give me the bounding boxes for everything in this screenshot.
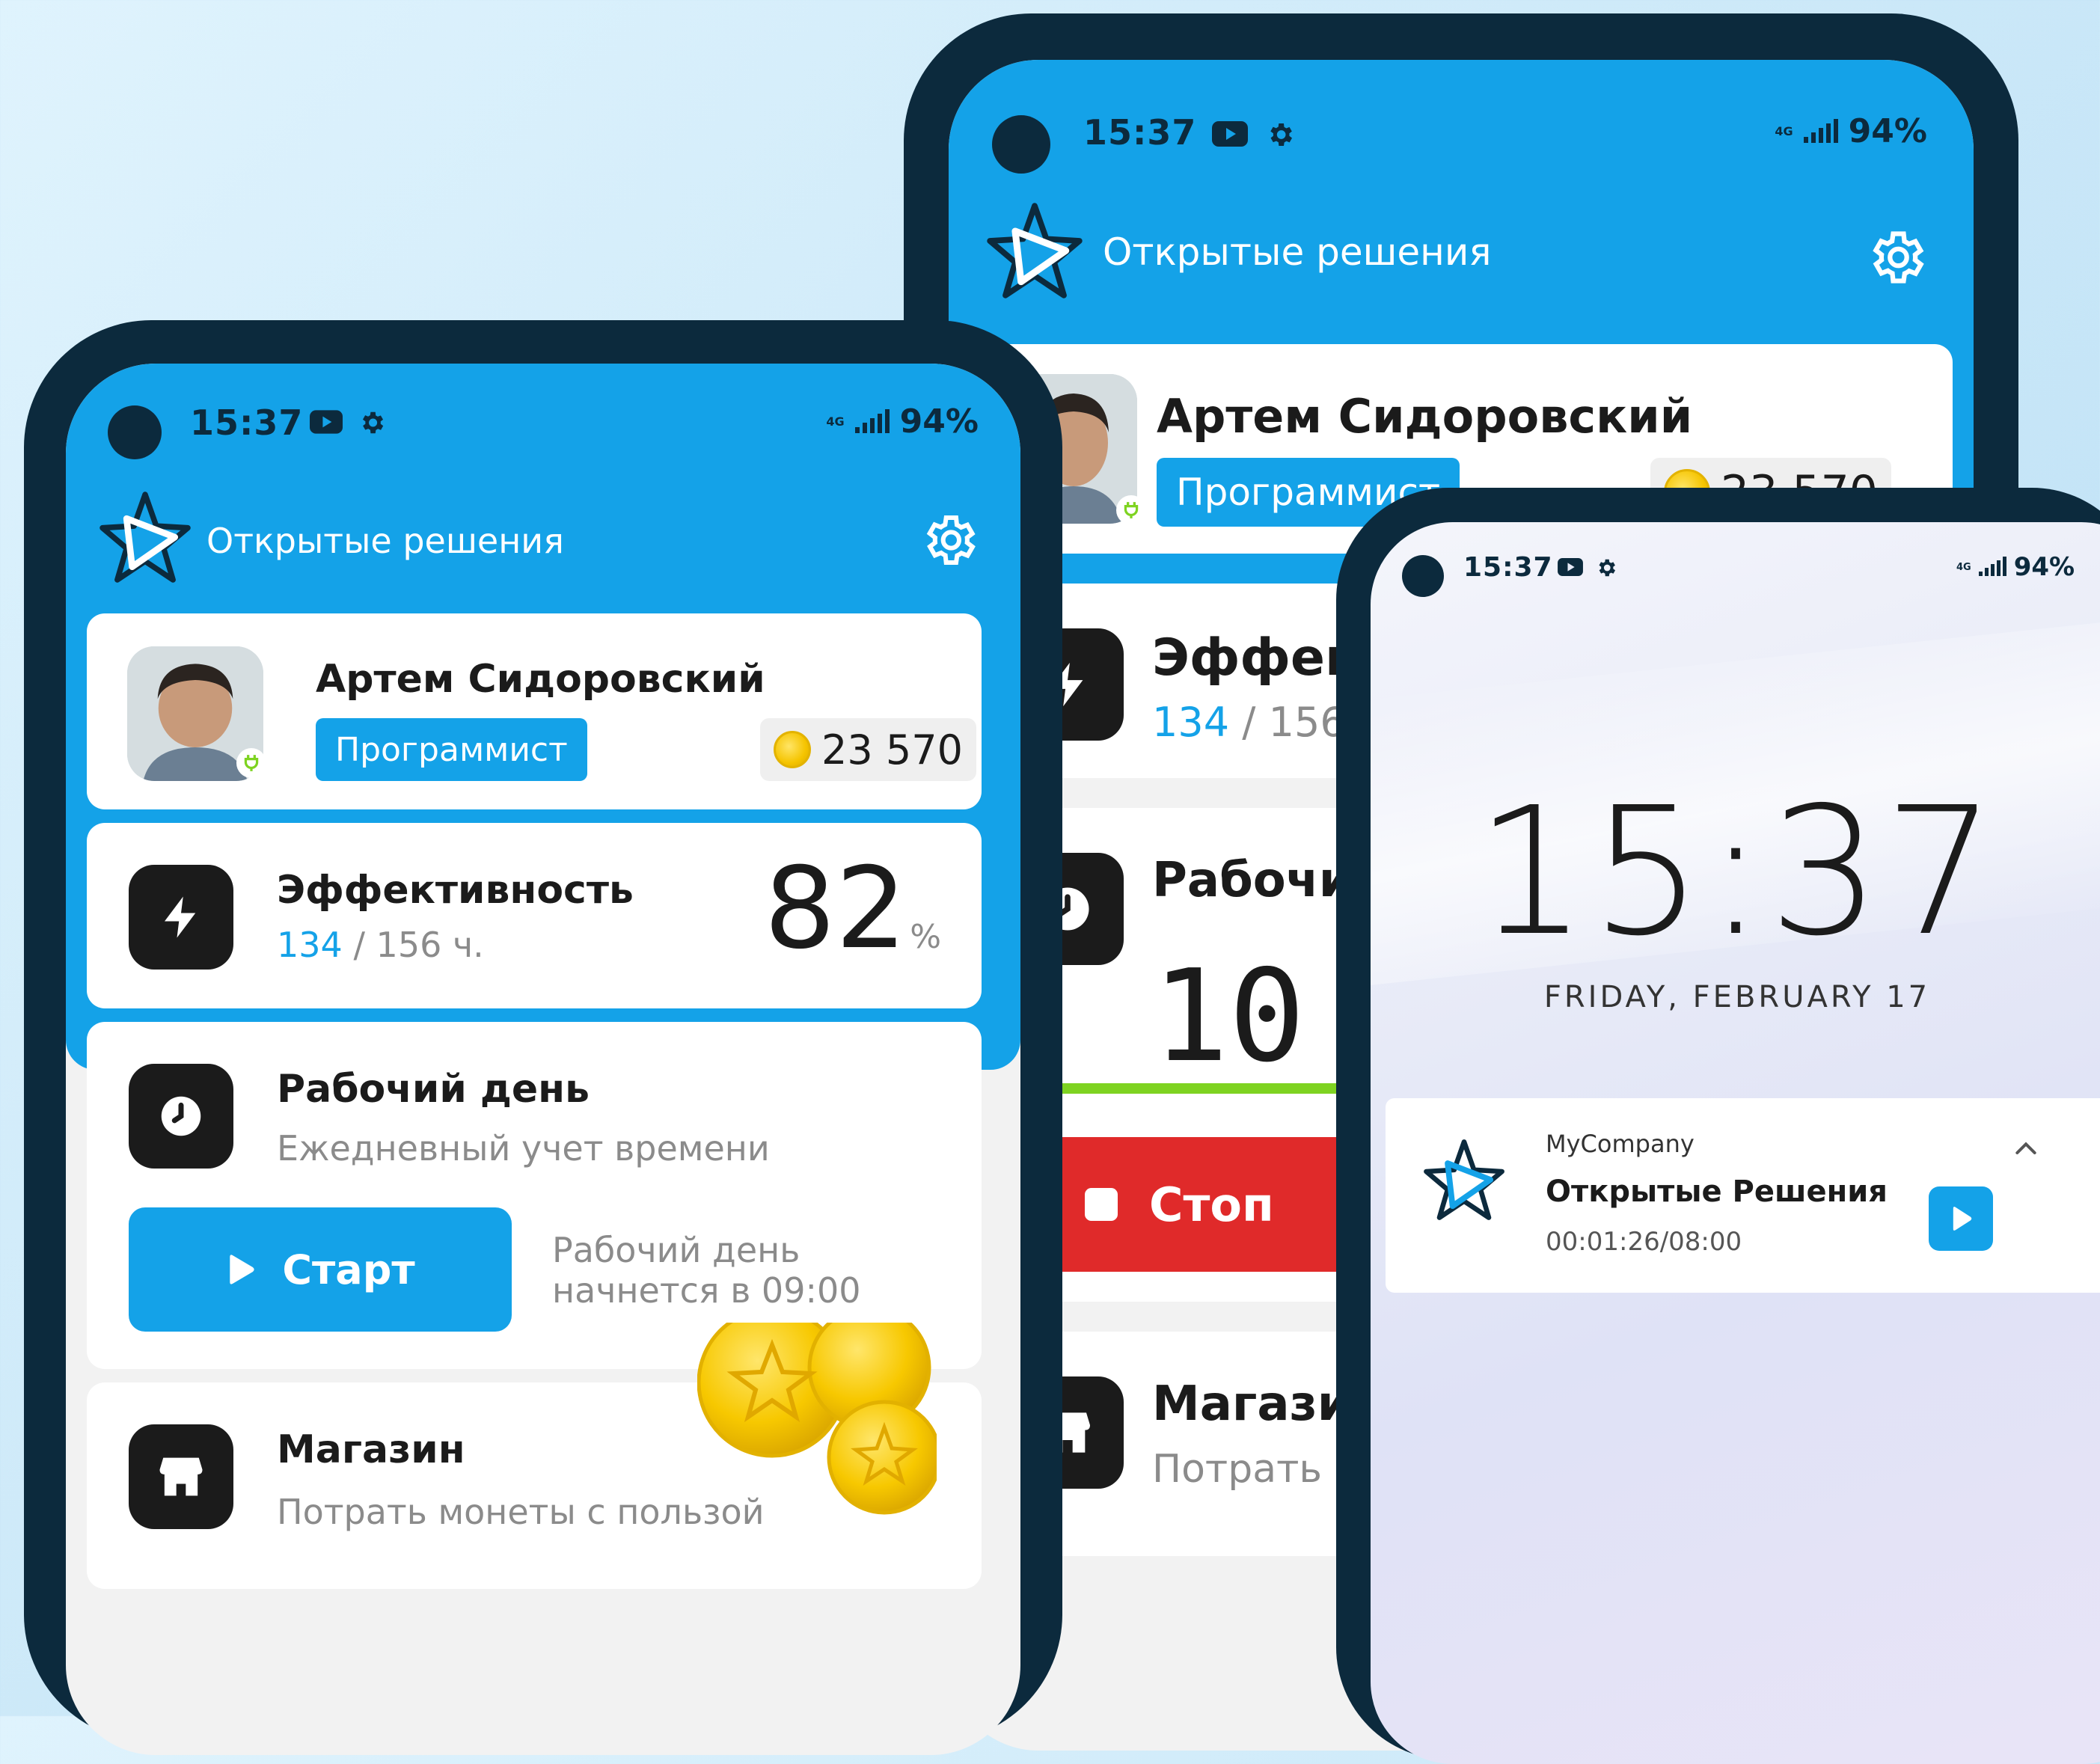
percent-sign: %	[910, 918, 941, 956]
workday-title: Рабочий день	[277, 1067, 590, 1112]
clock-icon-box	[129, 1064, 233, 1169]
youtube-icon	[1558, 558, 1583, 576]
phone-front: 15:37 4G 94% Открытые решения Артем Сидо…	[24, 320, 1062, 1755]
hours-total: / 156	[1242, 699, 1346, 746]
clock-icon	[161, 1096, 201, 1136]
network-type: 4G	[1775, 124, 1793, 138]
status-right: 4G 94%	[826, 402, 979, 441]
notification-title: Открытые Решения	[1546, 1175, 1888, 1209]
start-label: Старт	[282, 1246, 415, 1293]
shop-subtitle: Потрать монеты с пользой	[277, 1492, 765, 1532]
lock-date: FRIDAY, FEBRUARY 17	[1543, 980, 1931, 1014]
front-camera	[1402, 555, 1444, 597]
hours-done: 134	[277, 925, 343, 965]
gear-icon	[1270, 123, 1292, 146]
phone-front-screen: 15:37 4G 94% Открытые решения Артем Сидо…	[66, 364, 1020, 1755]
status-time: 15:37	[1083, 112, 1197, 153]
plug-icon	[1116, 495, 1146, 525]
shop-title: Магази	[1152, 1376, 1351, 1432]
app-title: Открытые решения	[206, 521, 564, 561]
hours-done: 134	[1152, 699, 1230, 746]
efficiency-hours: 134 / 156 ч.	[277, 925, 484, 965]
status-right: 4G 94%	[1956, 552, 2075, 582]
workday-note-line2: начнется в 09:00	[552, 1270, 861, 1311]
user-name: Артем Сидоровский	[1157, 389, 1693, 444]
star-logo-icon	[1424, 1139, 1504, 1220]
signal-icon	[1803, 118, 1838, 143]
signal-icon	[854, 408, 890, 433]
workday-note-line1: Рабочий день	[552, 1230, 800, 1270]
star-logo-icon	[987, 203, 1083, 298]
efficiency-title: Эффективность	[277, 868, 634, 913]
efficiency-title: Эффек	[1152, 628, 1360, 687]
status-bar: 15:37 4G 94%	[949, 60, 1974, 180]
network-type: 4G	[826, 414, 845, 429]
gear-icon	[362, 411, 384, 434]
gear-icon[interactable]	[1864, 226, 1927, 289]
notification-play-button[interactable]	[1929, 1186, 1993, 1251]
status-time: 15:37	[190, 402, 304, 443]
gear-icon	[1599, 559, 1615, 577]
coin-icon	[774, 731, 811, 768]
workday-subtitle: Ежедневный учет времени	[277, 1128, 770, 1169]
percent-value: 82	[764, 844, 907, 974]
lock-clock: 15:37	[1475, 769, 2000, 975]
shop-subtitle: Потрать	[1152, 1447, 1323, 1492]
hours-total: / 156 ч.	[353, 925, 484, 965]
efficiency-hours: 134 / 156	[1152, 699, 1346, 746]
play-icon	[230, 1255, 254, 1284]
youtube-icon	[310, 410, 343, 434]
battery-level: 94%	[2013, 552, 2075, 582]
lightning-icon	[165, 896, 196, 938]
phone-lock-screen: 15:37 4G 94% 15:37 FRIDAY, FEBRUARY 17 M…	[1371, 522, 2100, 1764]
notification-card[interactable]: MyCompany Открытые Решения 00:01:26/08:0…	[1386, 1098, 2100, 1293]
lightning-icon-box	[129, 865, 233, 970]
star-logo-icon	[100, 491, 191, 583]
profile-card[interactable]: Артем Сидоровский Программист 23 570	[87, 613, 982, 809]
status-bar: 15:37 4G 94%	[66, 364, 1020, 476]
signal-icon	[1978, 557, 2006, 576]
efficiency-card[interactable]: Эффективность 134 / 156 ч. 82 %	[87, 823, 982, 1008]
coins-balance: 23 570	[760, 718, 976, 781]
user-name: Артем Сидоровский	[316, 657, 765, 702]
plug-icon	[236, 748, 266, 778]
status-bar: 15:37 4G 94%	[1371, 522, 2100, 612]
battery-level: 94%	[1848, 112, 1927, 150]
shop-icon	[159, 1457, 203, 1496]
workday-title: Рабочи	[1152, 853, 1353, 908]
coins-pile-icon	[697, 1323, 937, 1515]
shop-title: Магазин	[277, 1427, 465, 1472]
stop-label: Стоп	[1149, 1177, 1274, 1232]
notification-app: MyCompany	[1546, 1130, 1695, 1158]
youtube-icon	[1212, 121, 1248, 147]
role-badge: Программист	[316, 718, 587, 781]
status-time: 15:37	[1463, 552, 1553, 583]
efficiency-percent: 82 %	[764, 853, 941, 965]
play-icon	[1953, 1207, 1972, 1231]
notification-timer: 00:01:26/08:00	[1546, 1227, 1742, 1257]
workday-card[interactable]: Рабочий день Ежедневный учет времени Ста…	[87, 1022, 982, 1369]
status-right: 4G 94%	[1775, 112, 1927, 150]
workday-timer: 10	[1152, 943, 1305, 1091]
start-button[interactable]: Старт	[129, 1207, 512, 1332]
phone-lock: 15:37 4G 94% 15:37 FRIDAY, FEBRUARY 17 M…	[1336, 488, 2100, 1764]
front-camera	[992, 115, 1050, 174]
shop-icon-box	[129, 1424, 233, 1529]
battery-level: 94%	[899, 402, 979, 441]
front-camera	[108, 405, 162, 459]
network-type: 4G	[1956, 561, 1971, 573]
chevron-up-icon[interactable]	[2011, 1134, 2041, 1164]
coins-value: 23 570	[821, 726, 963, 774]
stop-icon	[1085, 1188, 1118, 1221]
gear-icon[interactable]	[919, 510, 979, 570]
app-title: Открытые решения	[1103, 230, 1492, 274]
